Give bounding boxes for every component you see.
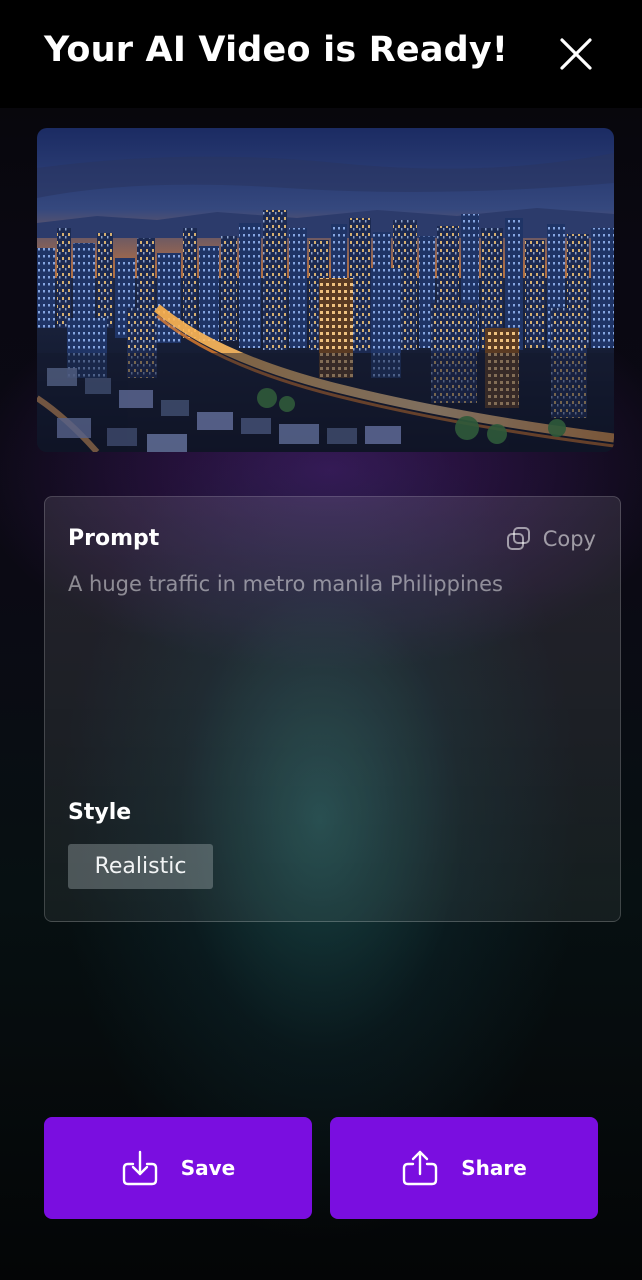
header-bar: Your AI Video is Ready!	[0, 0, 642, 108]
save-button[interactable]: Save	[44, 1117, 312, 1219]
close-button[interactable]	[552, 30, 600, 78]
video-ready-screen: Your AI Video is Ready! Prompt Copy A hu…	[0, 0, 642, 1280]
download-icon	[122, 1150, 157, 1186]
city-skyline-image	[37, 128, 614, 452]
share-label: Share	[461, 1156, 527, 1180]
prompt-heading: Prompt	[68, 526, 160, 551]
prompt-card: Prompt Copy A huge traffic in metro mani…	[44, 496, 621, 922]
style-chip[interactable]: Realistic	[68, 844, 213, 889]
close-icon	[560, 38, 592, 70]
style-heading: Style	[68, 800, 132, 825]
copy-label: Copy	[542, 527, 596, 551]
save-label: Save	[180, 1156, 236, 1180]
copy-icon	[506, 527, 530, 550]
copy-button[interactable]: Copy	[505, 523, 596, 555]
share-icon	[403, 1150, 438, 1186]
video-preview[interactable]	[37, 128, 614, 452]
prompt-text: A huge traffic in metro manila Philippin…	[68, 572, 503, 596]
page-title: Your AI Video is Ready!	[44, 30, 509, 70]
share-button[interactable]: Share	[330, 1117, 598, 1219]
